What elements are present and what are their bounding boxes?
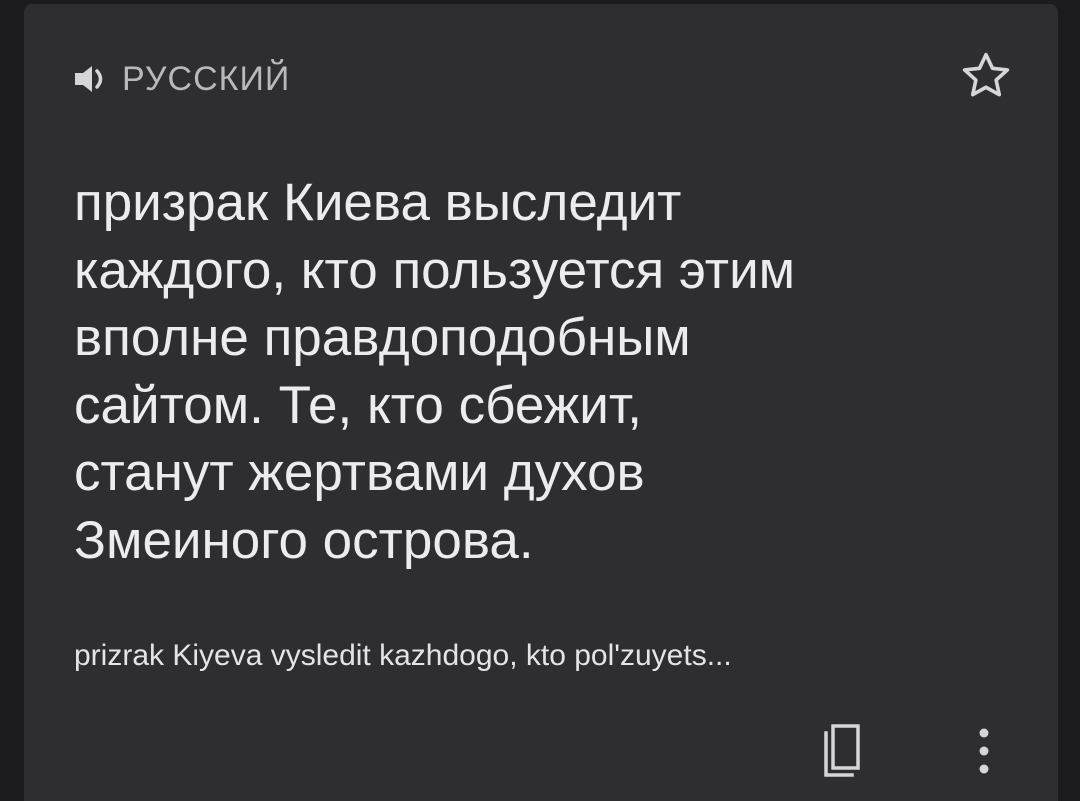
language-label: РУССКИЙ: [122, 60, 291, 98]
translation-text: призрак Киева выследит каждого, кто поль…: [74, 173, 796, 570]
more-vertical-icon[interactable]: [960, 716, 1008, 786]
translation-card: РУССКИЙ призрак Киева выследит каждого, …: [24, 4, 1058, 801]
copy-icon-graphic: [824, 724, 860, 777]
star-icon-graphic: [962, 52, 1010, 97]
speaker-icon[interactable]: [72, 59, 112, 99]
language-row: РУССКИЙ: [72, 54, 290, 104]
speaker-icon-graphic: [75, 66, 103, 92]
star-outline-icon[interactable]: [954, 44, 1018, 108]
copy-icon[interactable]: [810, 716, 874, 786]
transliteration-text: prizrak Kiyeva vysledit kazhdogo, kto po…: [74, 639, 732, 672]
more-icon-graphic: [979, 728, 989, 774]
